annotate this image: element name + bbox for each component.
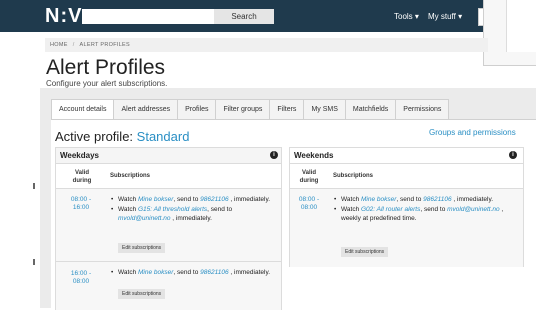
subscriptions-header: Subscriptions bbox=[333, 173, 374, 179]
subscription-prefix: Watch bbox=[118, 269, 138, 276]
time-range[interactable]: 08:00 - 16:00 bbox=[67, 196, 95, 212]
edit-subscriptions-button[interactable]: Edit subscriptions bbox=[118, 243, 166, 253]
subscription-prefix: Watch bbox=[118, 196, 138, 203]
valid-during-header: Valid during bbox=[72, 170, 92, 184]
filter-link[interactable]: G15: All threshold alerts bbox=[138, 206, 207, 213]
search-button[interactable]: Search bbox=[214, 9, 274, 24]
subscription-list: • Watch Mine bokser, send to 98621106 , i… bbox=[111, 195, 271, 224]
subscription-prefix: Watch bbox=[341, 205, 361, 213]
subscription-mid: , send to bbox=[173, 269, 201, 276]
subscription-suffix: , immediately. bbox=[170, 215, 212, 222]
tab-alert-addresses[interactable]: Alert addresses bbox=[114, 99, 179, 120]
search-input[interactable] bbox=[82, 9, 214, 24]
bullet: • bbox=[334, 205, 337, 213]
page-subtitle: Configure your alert subscriptions. bbox=[46, 79, 168, 88]
subscription-item: • Watch G02: All router alerts, send to m… bbox=[334, 205, 517, 224]
subscription-item: • Watch Mine bokser, send to 98621106 , i… bbox=[111, 268, 271, 278]
weekends-box: Weekends i Valid during Subscriptions 08… bbox=[289, 147, 524, 267]
active-profile-prefix: Active profile: bbox=[55, 129, 137, 144]
subscription-prefix: Watch bbox=[118, 205, 138, 213]
weekdays-header: Weekdays bbox=[56, 148, 281, 164]
nav-logo[interactable]: N:V bbox=[45, 5, 82, 28]
time-range[interactable]: 16:00 - 08:00 bbox=[67, 270, 95, 286]
subscription-suffix: , immediately. bbox=[451, 196, 494, 203]
subscription-list: • Watch Mine bokser, send to 98621106 , i… bbox=[334, 195, 517, 224]
subscription-suffix: , immediately. bbox=[228, 269, 271, 276]
subscription-item: • Watch Mine bokser, send to 98621106 , i… bbox=[334, 195, 517, 205]
address-link[interactable]: mvold@uninett.no bbox=[118, 215, 171, 222]
filter-link[interactable]: G02: All router alerts bbox=[361, 206, 420, 213]
tab-filter-groups[interactable]: Filter groups bbox=[216, 99, 271, 120]
subscription-list: • Watch Mine bokser, send to 98621106 , i… bbox=[111, 268, 271, 278]
active-profile-heading: Active profile: Standard bbox=[55, 129, 189, 144]
bullet: • bbox=[111, 196, 114, 203]
subscription-suffix: , immediately. bbox=[228, 196, 271, 203]
groups-and-permissions-link[interactable]: Groups and permissions bbox=[429, 128, 516, 137]
table-row: 16:00 - 08:00 • Watch Mine bokser, send t… bbox=[56, 261, 281, 310]
tools-menu[interactable]: Tools ▾ bbox=[394, 12, 419, 21]
filter-link[interactable]: Mine bokser bbox=[138, 196, 173, 203]
subscription-item: • Watch Mine bokser, send to 98621106 , i… bbox=[111, 195, 271, 205]
weekends-title: Weekends bbox=[294, 151, 334, 160]
time-range[interactable]: 08:00 - 08:00 bbox=[295, 196, 323, 212]
edit-subscriptions-button[interactable]: Edit subscriptions bbox=[118, 289, 166, 299]
address-link[interactable]: 98621106 bbox=[200, 196, 228, 203]
bullet: • bbox=[334, 196, 337, 203]
subscription-item: • Watch G15: All threshold alerts, send t… bbox=[111, 205, 271, 224]
scroll-marker bbox=[33, 183, 35, 189]
subscription-mid: , send to bbox=[396, 196, 424, 203]
tab-my-sms[interactable]: My SMS bbox=[304, 99, 346, 120]
tab-permissions[interactable]: Permissions bbox=[396, 99, 450, 120]
breadcrumb: HOME / ALERT PROFILES bbox=[45, 38, 488, 52]
breadcrumb-current: ALERT PROFILES bbox=[79, 42, 130, 48]
subscription-mid: , send to bbox=[207, 205, 233, 213]
address-link[interactable]: 98621106 bbox=[200, 269, 228, 276]
info-icon[interactable]: i bbox=[509, 151, 517, 159]
weekdays-title: Weekdays bbox=[60, 151, 99, 160]
page-title: Alert Profiles bbox=[46, 56, 166, 79]
filter-link[interactable]: Mine bokser bbox=[138, 269, 173, 276]
filter-link[interactable]: Mine bokser bbox=[361, 196, 396, 203]
subscription-prefix: Watch bbox=[341, 196, 361, 203]
tab-matchfields[interactable]: Matchfields bbox=[345, 99, 397, 120]
tab-profiles[interactable]: Profiles bbox=[178, 99, 217, 120]
table-row: 08:00 - 08:00 • Watch Mine bokser, send t… bbox=[290, 188, 523, 267]
bullet: • bbox=[111, 269, 114, 276]
active-profile-name[interactable]: Standard bbox=[137, 129, 190, 144]
breadcrumb-separator: / bbox=[72, 42, 75, 48]
bullet: • bbox=[111, 205, 114, 213]
address-link[interactable]: mvold@uninett.no bbox=[447, 206, 500, 213]
weekdays-box: Weekdays i Valid during Subscriptions 08… bbox=[55, 147, 282, 310]
tab-account-details[interactable]: Account details bbox=[51, 99, 115, 120]
valid-during-header: Valid during bbox=[299, 170, 319, 184]
tab-filters[interactable]: Filters bbox=[270, 99, 305, 120]
edit-subscriptions-button[interactable]: Edit subscriptions bbox=[341, 247, 389, 257]
breadcrumb-home[interactable]: HOME bbox=[50, 42, 68, 48]
address-link[interactable]: 98621106 bbox=[423, 196, 451, 203]
subscription-mid: , send to bbox=[173, 196, 201, 203]
dropdown-popup-body bbox=[506, 0, 536, 52]
subscriptions-header: Subscriptions bbox=[110, 173, 151, 179]
scroll-marker bbox=[33, 259, 35, 265]
subscription-mid: , send to bbox=[420, 205, 448, 213]
info-icon[interactable]: i bbox=[270, 151, 278, 159]
weekends-header: Weekends bbox=[290, 148, 523, 164]
tab-bar: Account details Alert addresses Profiles… bbox=[51, 99, 450, 120]
table-row: 08:00 - 16:00 • Watch Mine bokser, send t… bbox=[56, 188, 281, 261]
my-stuff-menu[interactable]: My stuff ▾ bbox=[428, 12, 462, 21]
